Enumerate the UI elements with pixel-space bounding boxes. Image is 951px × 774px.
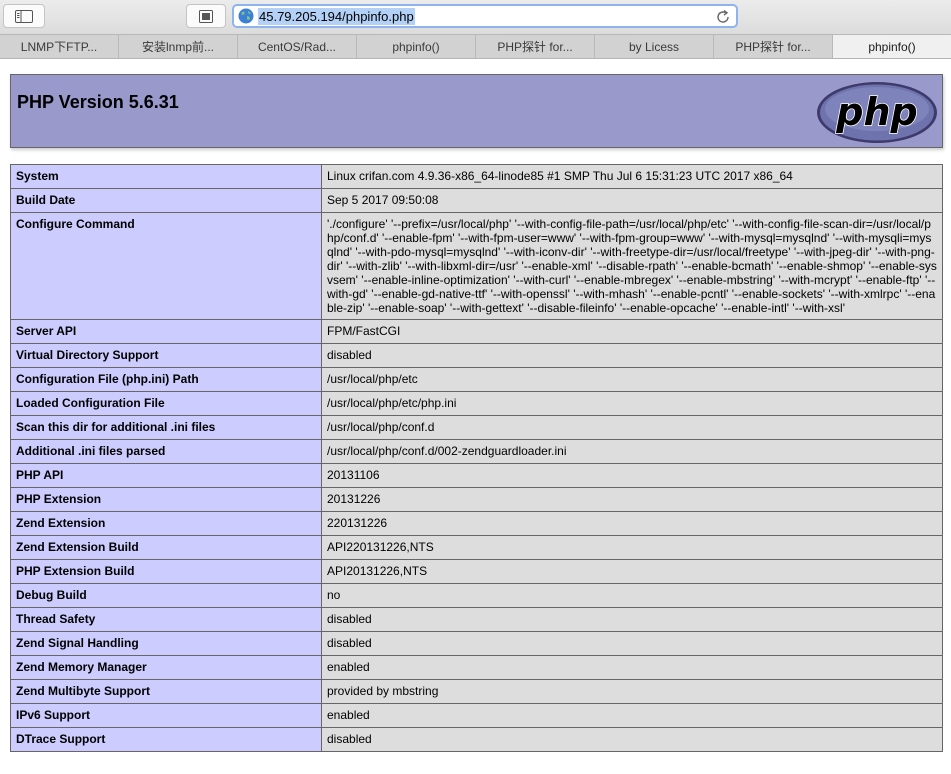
table-row: Zend Extension 220131226 <box>10 511 943 536</box>
table-row: System Linux crifan.com 4.9.36-x86_64-li… <box>10 164 943 189</box>
row-value: Sep 5 2017 09:50:08 <box>321 188 943 213</box>
tab-install-lnmp[interactable]: 安装lnmp前... <box>119 35 238 58</box>
php-logo-text: php <box>835 90 917 134</box>
row-key: Zend Extension Build <box>10 535 322 560</box>
table-row: Debug Build no <box>10 583 943 608</box>
row-key: Zend Multibyte Support <box>10 679 322 704</box>
table-row: Server API FPM/FastCGI <box>10 319 943 344</box>
row-key: Thread Safety <box>10 607 322 632</box>
row-key: Virtual Directory Support <box>10 343 322 368</box>
tab-bar: LNMP下FTP... 安装lnmp前... CentOS/Rad... php… <box>0 34 951 59</box>
row-key: Zend Extension <box>10 511 322 536</box>
tab-by-licess[interactable]: by Licess <box>595 35 714 58</box>
row-value: 220131226 <box>321 511 943 536</box>
page-title: PHP Version 5.6.31 <box>17 92 179 112</box>
row-value: /usr/local/php/etc/php.ini <box>321 391 943 416</box>
table-row: Scan this dir for additional .ini files … <box>10 415 943 440</box>
globe-icon <box>238 8 254 24</box>
row-value: /usr/local/php/conf.d/002-zendguardloade… <box>321 439 943 464</box>
row-key: Server API <box>10 319 322 344</box>
table-row: Zend Extension Build API220131226,NTS <box>10 535 943 560</box>
tab-phpinfo[interactable]: phpinfo() <box>357 35 476 58</box>
row-key: Zend Signal Handling <box>10 631 322 656</box>
table-row: Zend Signal Handling disabled <box>10 631 943 656</box>
table-row: PHP Extension 20131226 <box>10 487 943 512</box>
sidebar-toggle-button[interactable] <box>3 4 45 28</box>
row-value: 20131226 <box>321 487 943 512</box>
php-version-header: PHP Version 5.6.31 php <box>10 74 943 148</box>
table-row: Loaded Configuration File /usr/local/php… <box>10 391 943 416</box>
reader-icon <box>199 9 213 23</box>
row-value: /usr/local/php/etc <box>321 367 943 392</box>
row-value: provided by mbstring <box>321 679 943 704</box>
row-key: IPv6 Support <box>10 703 322 728</box>
sidebar-icon <box>15 9 33 23</box>
table-row: Thread Safety disabled <box>10 607 943 632</box>
row-key: Loaded Configuration File <box>10 391 322 416</box>
reload-icon[interactable] <box>715 9 731 25</box>
table-row: Build Date Sep 5 2017 09:50:08 <box>10 188 943 213</box>
table-row: Zend Memory Manager enabled <box>10 655 943 680</box>
table-row: IPv6 Support enabled <box>10 703 943 728</box>
row-key: Configuration File (php.ini) Path <box>10 367 322 392</box>
table-row: PHP Extension Build API20131226,NTS <box>10 559 943 584</box>
row-value: disabled <box>321 607 943 632</box>
row-value: disabled <box>321 631 943 656</box>
row-key: System <box>10 164 322 189</box>
url-text[interactable]: 45.79.205.194/phpinfo.php <box>258 7 415 25</box>
row-key: DTrace Support <box>10 727 322 752</box>
tab-phpinfo-active[interactable]: phpinfo() <box>833 35 951 58</box>
table-row: Configuration File (php.ini) Path /usr/l… <box>10 367 943 392</box>
table-row: DTrace Support disabled <box>10 727 943 752</box>
table-row: Virtual Directory Support disabled <box>10 343 943 368</box>
row-key: Configure Command <box>10 212 322 320</box>
address-bar[interactable]: 45.79.205.194/phpinfo.php <box>232 4 738 28</box>
row-value: disabled <box>321 727 943 752</box>
row-value: 20131106 <box>321 463 943 488</box>
row-key: PHP API <box>10 463 322 488</box>
tab-centos[interactable]: CentOS/Rad... <box>238 35 357 58</box>
row-key: Debug Build <box>10 583 322 608</box>
php-logo: php <box>817 82 937 143</box>
table-row: PHP API 20131106 <box>10 463 943 488</box>
row-key: Scan this dir for additional .ini files <box>10 415 322 440</box>
row-value: API20131226,NTS <box>321 559 943 584</box>
row-key: PHP Extension Build <box>10 559 322 584</box>
row-key: Zend Memory Manager <box>10 655 322 680</box>
row-value: /usr/local/php/conf.d <box>321 415 943 440</box>
tab-lnmp-ftp[interactable]: LNMP下FTP... <box>0 35 119 58</box>
row-key: Additional .ini files parsed <box>10 439 322 464</box>
row-value: API220131226,NTS <box>321 535 943 560</box>
browser-toolbar: 45.79.205.194/phpinfo.php <box>0 0 951 34</box>
row-value: './configure' '--prefix=/usr/local/php' … <box>321 212 943 320</box>
row-value: enabled <box>321 703 943 728</box>
table-row: Zend Multibyte Support provided by mbstr… <box>10 679 943 704</box>
row-value: FPM/FastCGI <box>321 319 943 344</box>
reader-view-button[interactable] <box>186 4 226 28</box>
table-row: Additional .ini files parsed /usr/local/… <box>10 439 943 464</box>
row-key: PHP Extension <box>10 487 322 512</box>
row-value: enabled <box>321 655 943 680</box>
tab-php-probe-2[interactable]: PHP探针 for... <box>714 35 833 58</box>
php-info-table: System Linux crifan.com 4.9.36-x86_64-li… <box>10 164 943 752</box>
row-value: Linux crifan.com 4.9.36-x86_64-linode85 … <box>321 164 943 189</box>
row-key: Build Date <box>10 188 322 213</box>
row-value: disabled <box>321 343 943 368</box>
table-row: Configure Command './configure' '--prefi… <box>10 212 943 320</box>
row-value: no <box>321 583 943 608</box>
tab-php-probe[interactable]: PHP探针 for... <box>476 35 595 58</box>
